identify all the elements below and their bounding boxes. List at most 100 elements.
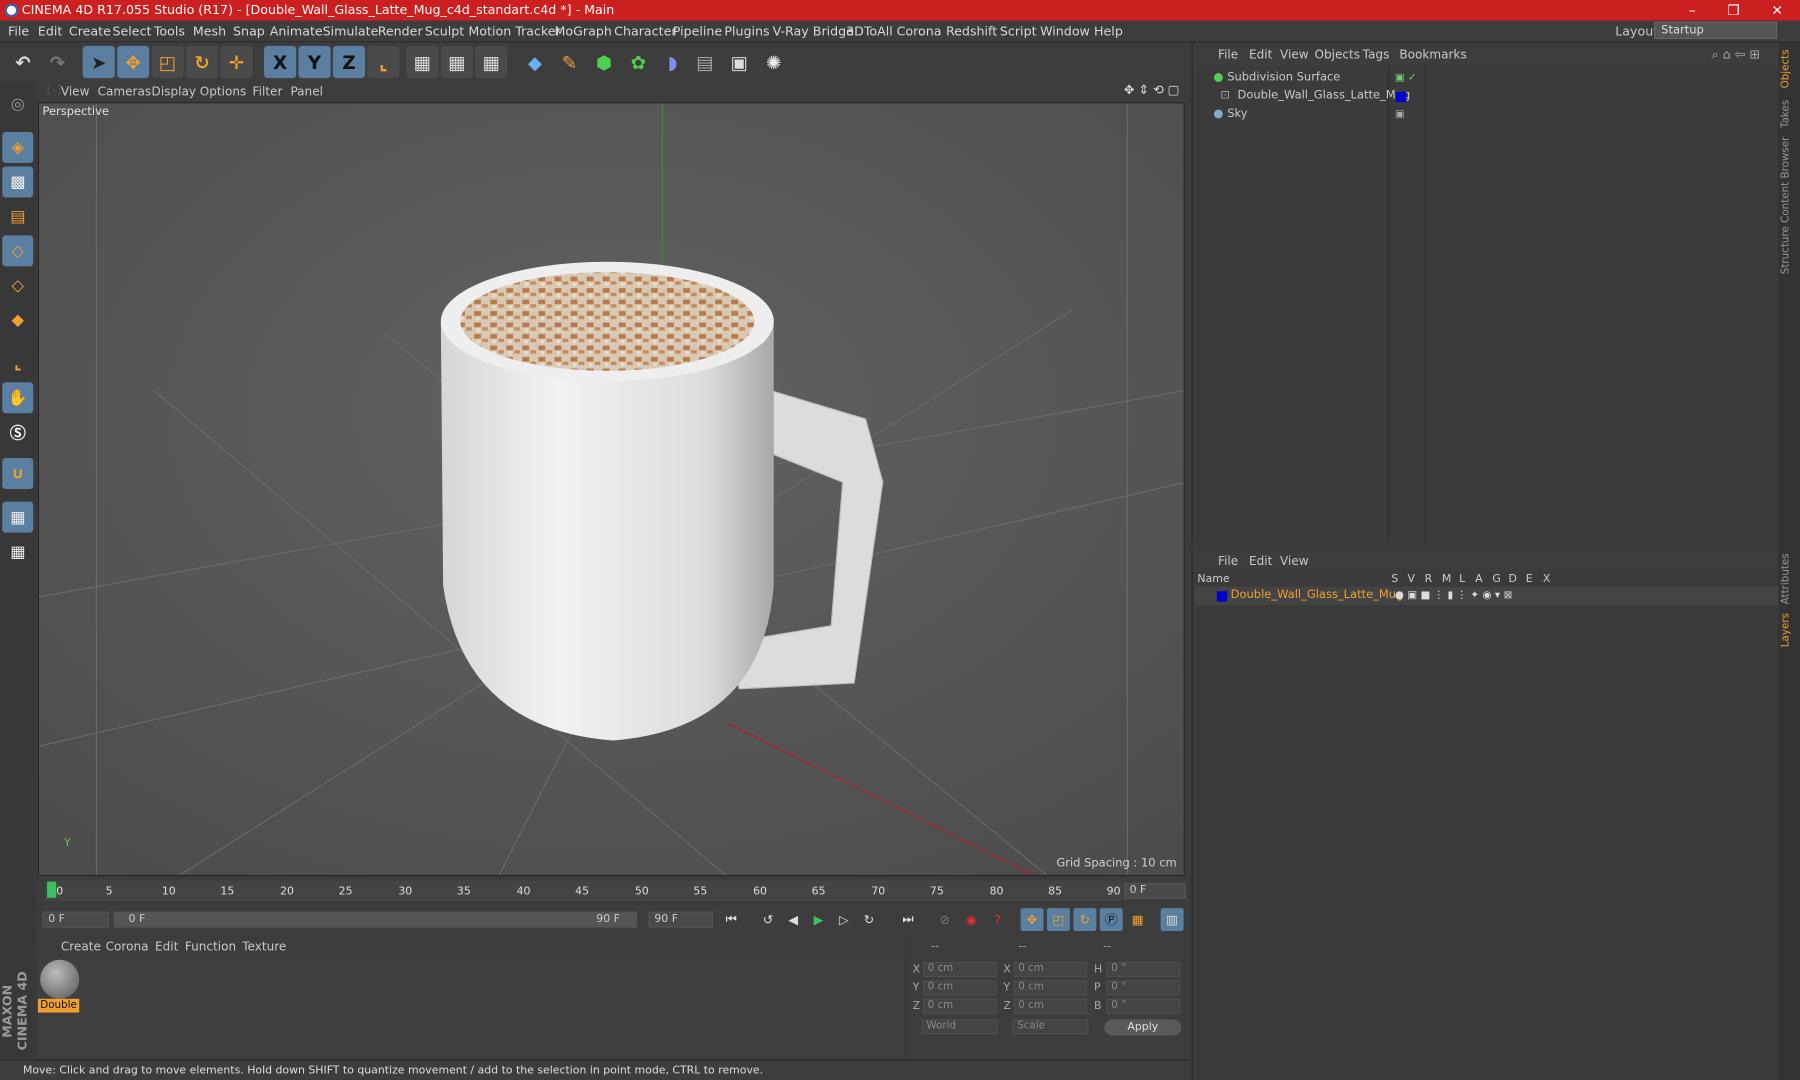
- solo-mode-icon[interactable]: Ⓢ: [2, 417, 33, 448]
- render-picture-viewer-icon[interactable]: ▦: [440, 45, 473, 79]
- prev-key-icon[interactable]: ↺: [757, 908, 780, 931]
- lm-menu-view[interactable]: View: [1280, 554, 1309, 568]
- play-icon[interactable]: ▶: [807, 908, 830, 931]
- texture-mode-icon[interactable]: ▩: [2, 166, 34, 198]
- size-x-field[interactable]: 0 cm: [1013, 962, 1088, 977]
- next-frame-icon[interactable]: ▷: [832, 908, 855, 931]
- object-row-sky[interactable]: ● Sky ▣: [1195, 106, 1778, 124]
- menu-3dtoall[interactable]: 3DToAll: [846, 24, 893, 39]
- prev-frame-icon[interactable]: ◀: [782, 908, 805, 931]
- move-tool-icon[interactable]: ✥: [117, 45, 150, 79]
- layer-color-swatch[interactable]: [1216, 591, 1228, 602]
- viewport-menu-display[interactable]: Display: [152, 85, 196, 99]
- object-name[interactable]: Subdivision Surface: [1227, 69, 1340, 87]
- maximize-button[interactable]: ❐: [1713, 0, 1754, 21]
- timeline-ruler[interactable]: 0 5 10 15 20 25 30 35 40 45 50 55 60 65 …: [37, 878, 1189, 904]
- lm-menu-edit[interactable]: Edit: [1249, 554, 1272, 568]
- viewport-menu-filter[interactable]: Filter: [253, 85, 283, 99]
- start-frame-field[interactable]: 0 F: [42, 911, 110, 928]
- snapping-icon[interactable]: ∪: [2, 458, 34, 490]
- light-icon[interactable]: ✺: [758, 46, 790, 78]
- material-menu-function[interactable]: Function: [185, 940, 236, 954]
- timeline-bar[interactable]: 0 5 10 15 20 25 30 35 40 45 50 55 60 65 …: [44, 880, 1122, 902]
- key-pla-icon[interactable]: ▦: [1126, 908, 1149, 931]
- material-menu-corona[interactable]: Corona: [106, 940, 149, 954]
- om-menu-file[interactable]: File: [1218, 48, 1238, 62]
- polygons-mode-icon[interactable]: ◆: [2, 304, 33, 335]
- keyframe-selection-icon[interactable]: ?: [986, 908, 1009, 931]
- goto-end-icon[interactable]: ⏭: [897, 908, 920, 931]
- model-mode-icon[interactable]: ◈: [2, 132, 34, 164]
- om-menu-view[interactable]: View: [1280, 48, 1309, 62]
- menu-file[interactable]: File: [8, 24, 29, 39]
- rot-h-field[interactable]: 0 °: [1106, 962, 1181, 977]
- record-disabled-icon[interactable]: ⊘: [933, 908, 956, 931]
- material-name-label[interactable]: Double: [37, 998, 80, 1013]
- coord-system-select[interactable]: World: [921, 1019, 998, 1035]
- object-name[interactable]: Double_Wall_Glass_Latte_Mug: [1238, 87, 1411, 105]
- viewport-menu-panel[interactable]: Panel: [290, 85, 323, 99]
- menu-animate[interactable]: Animate: [270, 24, 323, 39]
- material-menu-edit[interactable]: Edit: [155, 940, 178, 954]
- menu-mesh[interactable]: Mesh: [193, 24, 226, 39]
- close-button[interactable]: ✕: [1756, 0, 1797, 21]
- floor-object-icon[interactable]: ▤: [689, 46, 721, 78]
- minimize-button[interactable]: –: [1671, 0, 1712, 21]
- undo-icon[interactable]: ↶: [7, 46, 39, 78]
- object-row-subdivision[interactable]: ● Subdivision Surface ▣ ✓: [1195, 69, 1778, 87]
- menu-sculpt[interactable]: Sculpt: [425, 24, 464, 39]
- menu-vray-bridge[interactable]: V-Ray Bridge: [773, 24, 854, 39]
- coordinate-system-icon[interactable]: ⌞: [367, 45, 400, 79]
- menu-corona[interactable]: Corona: [897, 24, 942, 39]
- viewport-perspective[interactable]: Perspective Y Grid Spacing : 10 cm: [37, 102, 1185, 876]
- viewport-menu-cameras[interactable]: Cameras: [98, 85, 152, 99]
- layer-flag-icons[interactable]: ●▣■⋮▮⋮✦◉▾⊠: [1395, 587, 1516, 605]
- key-parameter-icon[interactable]: Ⓟ: [1099, 908, 1123, 932]
- om-search-home-icons[interactable]: ⌕ ⌂ ⇦ ⊞: [1712, 47, 1760, 63]
- layer-color-swatch[interactable]: [1395, 91, 1407, 103]
- workplane-mode-icon[interactable]: ▤: [2, 201, 33, 232]
- side-tab-takes[interactable]: Takes: [1781, 100, 1797, 128]
- y-axis-button[interactable]: Y: [298, 45, 331, 79]
- menu-plugins[interactable]: Plugins: [724, 24, 769, 39]
- redo-icon[interactable]: ↷: [41, 46, 73, 78]
- goto-start-icon[interactable]: ⏮: [720, 908, 743, 931]
- layout-select[interactable]: Startup: [1654, 21, 1778, 40]
- camera-icon[interactable]: ▣: [723, 46, 755, 78]
- cube-primitive-icon[interactable]: ◆: [519, 46, 551, 78]
- side-tab-attributes[interactable]: Attributes: [1781, 553, 1797, 604]
- side-tab-layers[interactable]: Layers: [1781, 613, 1797, 647]
- material-menu-create[interactable]: Create: [61, 940, 101, 954]
- object-row-mug[interactable]: ⊡ Double_Wall_Glass_Latte_Mug: [1195, 87, 1778, 105]
- layer-row[interactable]: Double_Wall_Glass_Latte_Mug ●▣■⋮▮⋮✦◉▾⊠: [1195, 586, 1779, 605]
- select-tool-icon[interactable]: ➤: [82, 45, 115, 79]
- menu-select[interactable]: Select: [113, 24, 152, 39]
- tweak-mode-icon[interactable]: ✋: [2, 382, 34, 414]
- menu-character[interactable]: Character: [614, 24, 676, 39]
- workplane-lock-icon[interactable]: ▦: [2, 501, 34, 533]
- coord-mode-select[interactable]: Scale: [1012, 1019, 1089, 1035]
- object-flags[interactable]: ▣: [1395, 106, 1405, 124]
- menu-script[interactable]: Script: [1000, 24, 1037, 39]
- menu-mograph[interactable]: MoGraph: [554, 24, 611, 39]
- side-tab-objects[interactable]: Objects: [1781, 49, 1797, 88]
- material-swatch[interactable]: [40, 959, 80, 999]
- deformer-icon[interactable]: ◗: [657, 46, 689, 78]
- menu-tools[interactable]: Tools: [154, 24, 185, 39]
- menu-pipeline[interactable]: Pipeline: [673, 24, 722, 39]
- render-settings-icon[interactable]: ▦: [475, 45, 508, 79]
- pen-spline-icon[interactable]: ✎: [553, 46, 585, 78]
- om-menu-edit[interactable]: Edit: [1249, 48, 1272, 62]
- menu-window[interactable]: Window: [1040, 24, 1090, 39]
- menu-help[interactable]: Help: [1094, 24, 1123, 39]
- menu-render[interactable]: Render: [378, 24, 423, 39]
- apply-button[interactable]: Apply: [1104, 1019, 1182, 1036]
- lm-menu-file[interactable]: File: [1218, 554, 1238, 568]
- rot-p-field[interactable]: 0 °: [1106, 980, 1181, 996]
- timeline-window-icon[interactable]: ▥: [1160, 908, 1184, 932]
- scale-tool-icon[interactable]: ◰: [151, 45, 184, 79]
- om-menu-objects[interactable]: Objects: [1314, 48, 1360, 62]
- key-scale-icon[interactable]: ◰: [1046, 908, 1070, 932]
- menu-edit[interactable]: Edit: [38, 24, 62, 39]
- side-tab-structure[interactable]: Structure: [1781, 226, 1797, 274]
